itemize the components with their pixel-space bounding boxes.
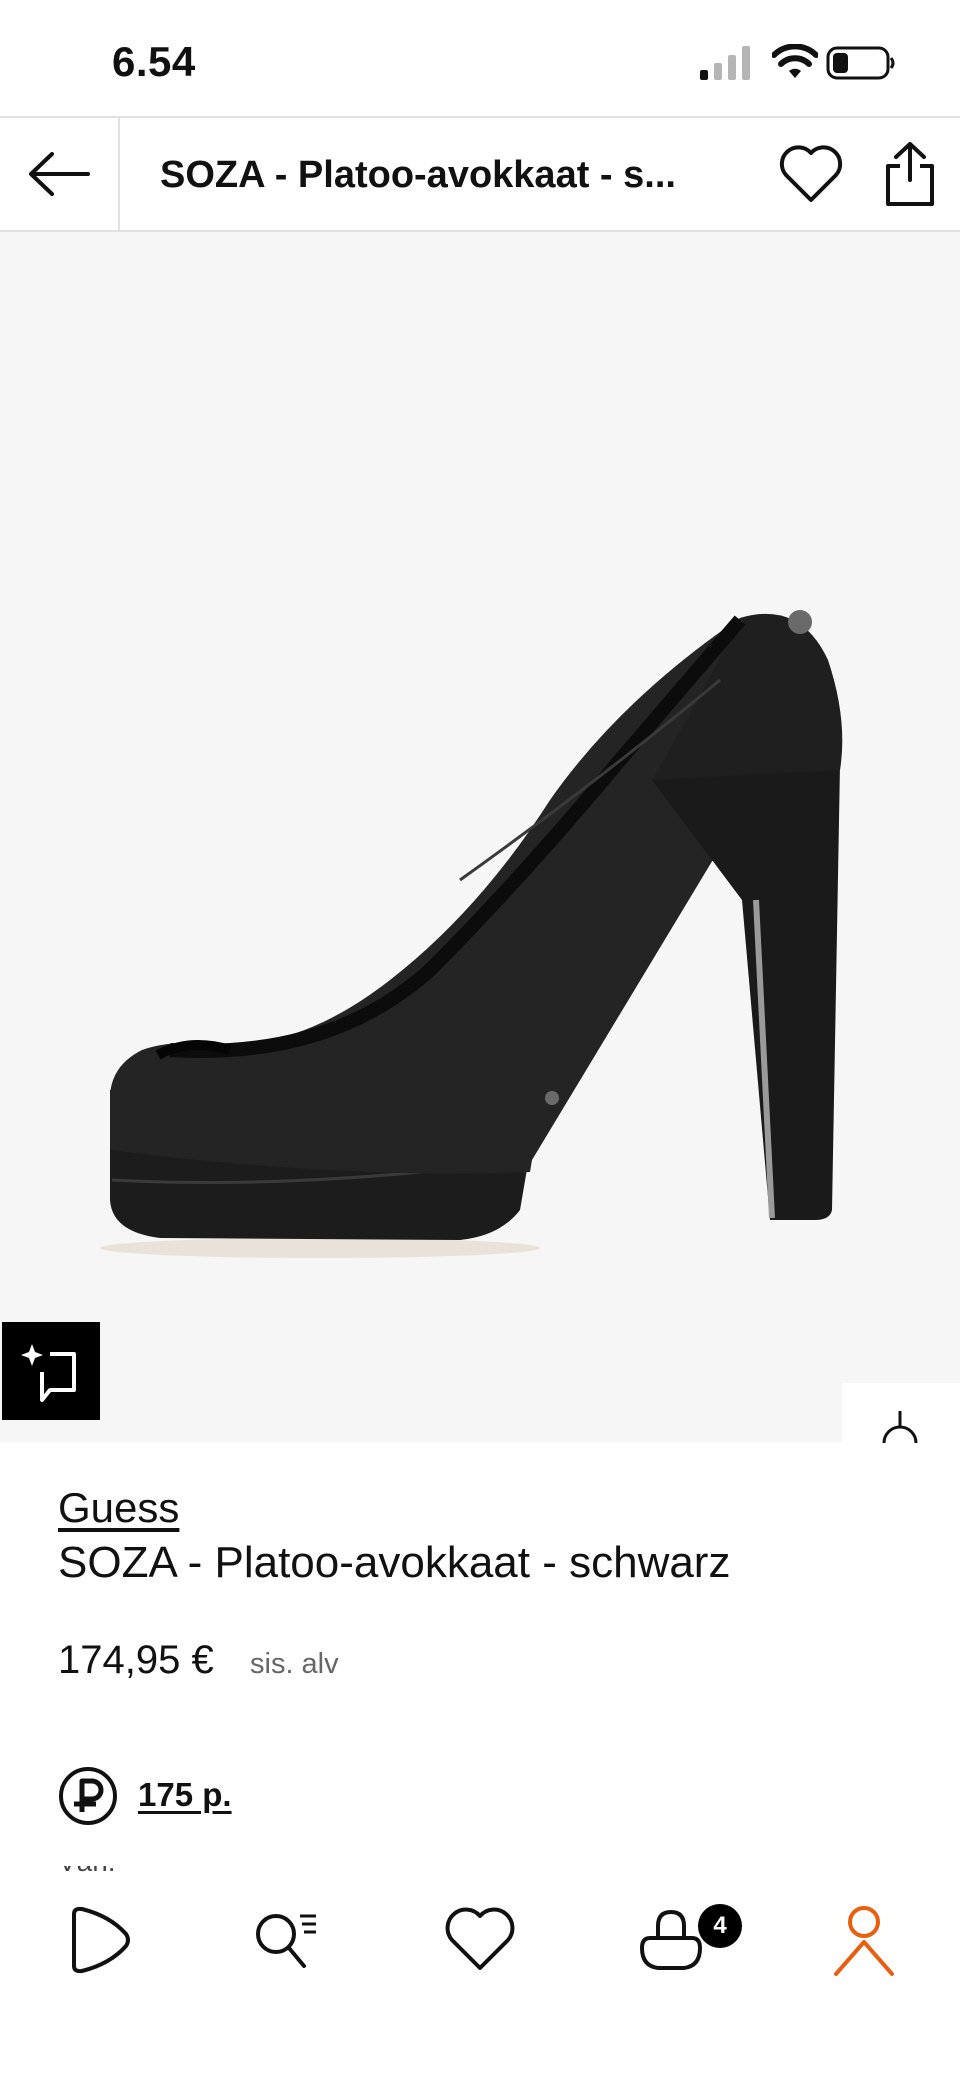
share-button[interactable] <box>880 140 940 208</box>
signal-icon <box>700 46 750 80</box>
product-header: SOZA - Platoo-avokkaat - s... <box>0 116 960 232</box>
favourite-button[interactable] <box>778 144 844 204</box>
vat-note: sis. alv <box>250 1648 339 1680</box>
page-title: SOZA - Platoo-avokkaat - s... <box>160 154 676 196</box>
product-price: 174,95 € <box>58 1638 214 1682</box>
status-bar: 6.54 <box>0 0 960 116</box>
product-name: SOZA - Platoo-avokkaat - schwarz <box>58 1538 731 1587</box>
cart-count-badge: 4 <box>698 1904 742 1948</box>
tab-profile[interactable] <box>822 1902 906 1978</box>
tab-search[interactable] <box>246 1902 330 1978</box>
color-info-text: Väri: Schwarz <box>58 1866 198 1880</box>
ai-search-icon <box>21 1344 76 1402</box>
battery-icon <box>826 46 895 80</box>
ai-search-button[interactable] <box>2 1322 100 1420</box>
tab-wishlist[interactable] <box>438 1902 522 1978</box>
back-arrow-icon <box>29 152 90 196</box>
back-button[interactable] <box>0 118 120 230</box>
wifi-icon <box>772 44 818 78</box>
product-image <box>100 610 843 1258</box>
color-info-peek: Väri: Schwarz <box>58 1866 198 1880</box>
points-link[interactable]: 175 p. <box>138 1776 232 1814</box>
similar-items-icon <box>882 1411 918 1443</box>
points-icon <box>59 1767 117 1825</box>
tab-home[interactable] <box>56 1902 140 1978</box>
status-time: 6.54 <box>112 38 196 85</box>
brand-link[interactable]: Guess <box>58 1484 179 1532</box>
